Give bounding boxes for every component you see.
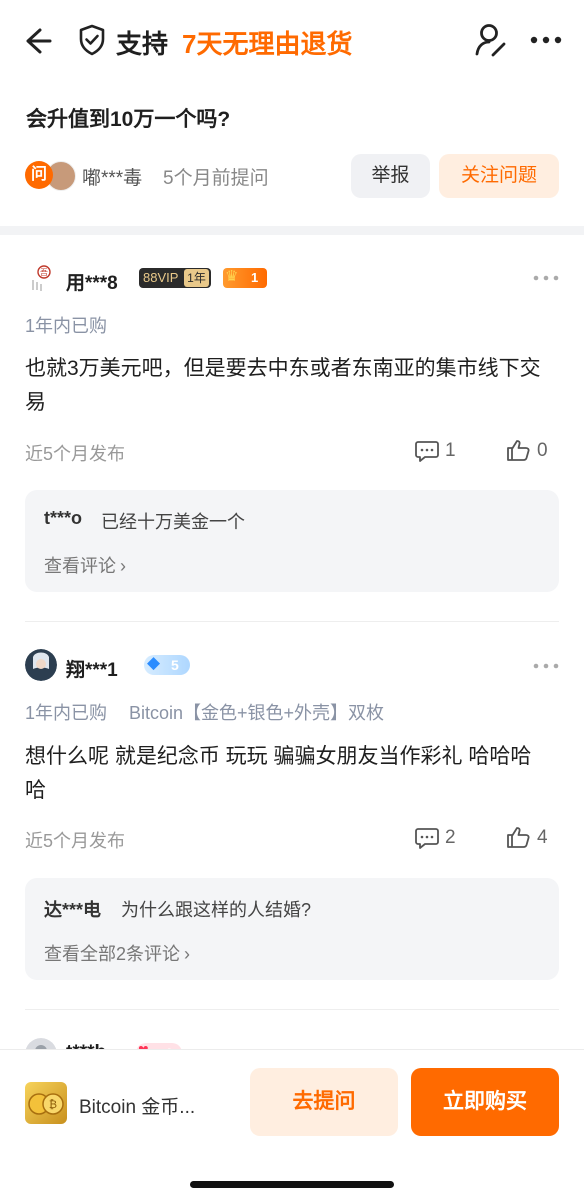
diamond-icon: ◆ [147, 653, 161, 672]
vip-badge: 88VIP 1年 [139, 268, 211, 288]
comment-text: 为什么跟这样的人结婚? [121, 900, 312, 920]
answer-divider [25, 621, 559, 622]
support-label: 支持 [116, 29, 169, 59]
chevron-right-icon: › [120, 556, 126, 576]
question-badge: 问 [25, 161, 53, 189]
comment-count: 2 [445, 827, 456, 848]
level-number: 5 [171, 657, 179, 673]
product-thumbnail[interactable]: ₿ [25, 1082, 67, 1124]
level-number: 1 [251, 270, 259, 285]
comment-username: 达***电 [44, 900, 102, 920]
coin-icon: ₿ [28, 1093, 64, 1115]
view-comments-link[interactable]: 查看评论 › [44, 552, 126, 578]
product-name[interactable]: Bitcoin 金币... [79, 1092, 195, 1119]
like-count: 4 [537, 827, 548, 848]
more-options-icon[interactable] [530, 32, 562, 48]
comment-icon[interactable] [415, 440, 439, 462]
shield-check-icon [79, 24, 105, 56]
level-badge: ♛ 1 [223, 268, 267, 288]
post-time: 近5个月发布 [25, 444, 126, 464]
like-count: 0 [537, 440, 548, 461]
return-guarantee-label: 7天无理由退货 [182, 29, 353, 59]
back-arrow-icon[interactable] [20, 24, 54, 58]
chevron-right-icon: › [184, 944, 191, 964]
comment-username: t***o [44, 508, 83, 528]
top-nav-bar: 支持 7天无理由退货 [0, 0, 584, 84]
purchased-spec: Bitcoin【金色+银色+外壳】双枚 [129, 703, 385, 723]
more-options-icon[interactable] [533, 662, 559, 670]
comment-preview[interactable]: t***o 已经十万美金一个 查看评论 › [25, 490, 559, 592]
thumbs-up-icon[interactable] [506, 826, 530, 848]
buy-now-button[interactable]: 立即购买 [411, 1068, 559, 1136]
comment-preview[interactable]: 达***电 为什么跟这样的人结婚? 查看全部2条评论 › [25, 878, 559, 980]
avatar[interactable] [25, 649, 57, 681]
report-button[interactable]: 举报 [351, 154, 430, 198]
answer-divider [25, 1009, 559, 1010]
asker-name: 嘟***毒 [82, 168, 143, 189]
svg-text:吾: 吾 [40, 268, 48, 277]
purchase-status: 1年内已购 [25, 703, 108, 723]
view-comments-label: 查看全部2条评论 [44, 944, 181, 964]
comment-count: 1 [445, 440, 456, 461]
more-options-icon[interactable] [533, 274, 559, 282]
answer-content: 想什么呢 就是纪念币 玩玩 骗骗女朋友当作彩礼 哈哈哈哈 [25, 745, 532, 802]
question-title: 会升值到10万一个吗? [26, 108, 231, 131]
thumbs-up-icon[interactable] [506, 439, 530, 461]
svg-text:₿: ₿ [49, 1098, 57, 1111]
follow-question-button[interactable]: 关注问题 [439, 154, 559, 198]
view-comments-link[interactable]: 查看全部2条评论 › [44, 940, 190, 966]
answer-content: 也就3万美元吧，但是要去中东或者东南亚的集市线下交易 [25, 357, 541, 414]
view-comments-label: 查看评论 [44, 556, 116, 576]
answer-username: 翔***1 [66, 660, 118, 681]
comment-icon[interactable] [415, 827, 439, 849]
home-indicator [190, 1181, 394, 1188]
vip-years-text: 1年 [184, 269, 209, 287]
ask-question-button[interactable]: 去提问 [250, 1068, 398, 1136]
post-time: 近5个月发布 [25, 831, 126, 851]
purchase-status: 1年内已购 [25, 316, 108, 336]
user-edit-icon[interactable] [474, 22, 508, 58]
section-separator [0, 226, 584, 235]
asked-time: 5个月前提问 [163, 168, 269, 189]
crown-icon: ♛ [225, 268, 239, 285]
comment-text: 已经十万美金一个 [101, 512, 245, 532]
avatar[interactable]: 吾 [25, 262, 57, 294]
vip-badge-text: 88VIP [143, 270, 179, 285]
level-badge: ◆ 5 [144, 653, 190, 675]
answer-username: 用***8 [66, 273, 118, 294]
